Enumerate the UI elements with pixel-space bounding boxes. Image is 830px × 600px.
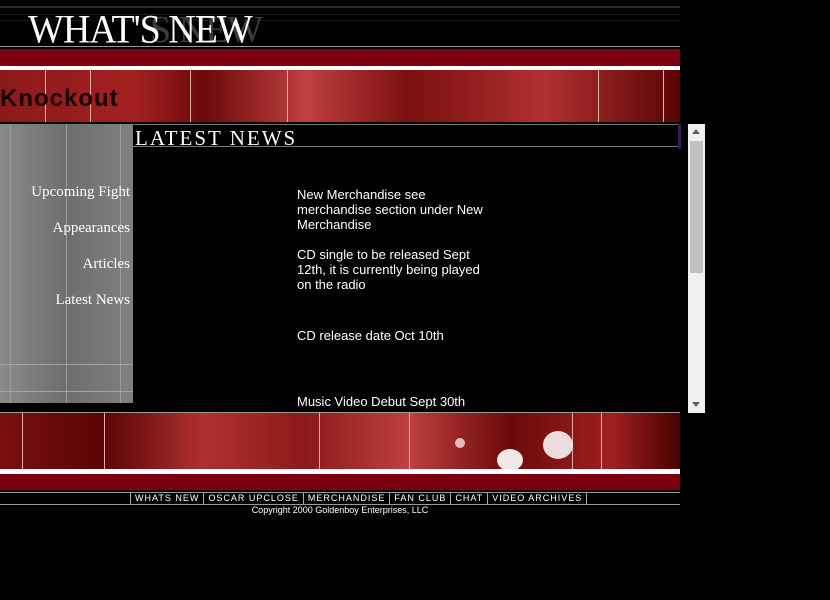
sidebar-item-upcoming-fight[interactable]: Upcoming Fight <box>31 184 130 201</box>
chevron-down-icon <box>692 402 700 407</box>
copyright: Copyright 2000 Goldenboy Enterprises, LL… <box>251 505 429 515</box>
footer-link-oscar-upclose[interactable]: OSCAR UPCLOSE <box>203 493 303 504</box>
sidebar-item-appearances[interactable]: Appearances <box>53 220 130 237</box>
footer-link-merchandise[interactable]: MERCHANDISE <box>302 493 390 504</box>
news-item: New Merchandise see merchandise section … <box>297 187 483 232</box>
heading-accent <box>678 124 681 149</box>
heading-rule-bottom <box>133 146 681 147</box>
scroll-thumb[interactable] <box>690 141 703 273</box>
sidebar-item-latest-news[interactable]: Latest News <box>55 292 130 309</box>
footer-link-chat[interactable]: CHAT <box>450 493 487 504</box>
banner-knockout-text: Knockout <box>0 85 119 112</box>
footer-link-whats-new[interactable]: WHATS NEW <box>130 493 203 504</box>
sidebar-item-articles[interactable]: Articles <box>83 256 130 273</box>
chevron-up-icon <box>692 129 700 134</box>
red-band-bottom <box>0 474 680 490</box>
news-item: CD release date Oct 10th <box>297 328 444 343</box>
header-divider <box>0 46 680 47</box>
news-content-frame: New Merchandise see merchandise section … <box>133 149 681 411</box>
red-band-top <box>0 49 680 66</box>
banner-photo-strip: Knockout <box>0 70 680 122</box>
sidebar: Upcoming Fight Appearances Articles Late… <box>0 124 133 403</box>
scroll-down-button[interactable] <box>688 396 705 413</box>
footer-nav: WHATS NEW OSCAR UPCLOSE MERCHANDISE FAN … <box>130 493 588 504</box>
scroll-up-button[interactable] <box>688 124 705 140</box>
news-item: CD single to be released Sept 12th, it i… <box>297 247 480 292</box>
footer-photo-strip <box>0 413 680 469</box>
news-item: Music Video Debut Sept 30th <box>297 394 466 409</box>
footer-link-fan-club[interactable]: FAN CLUB <box>389 493 450 504</box>
heading-rule-top <box>133 124 681 125</box>
footer-link-video-archives[interactable]: VIDEO ARCHIVES <box>487 493 588 504</box>
